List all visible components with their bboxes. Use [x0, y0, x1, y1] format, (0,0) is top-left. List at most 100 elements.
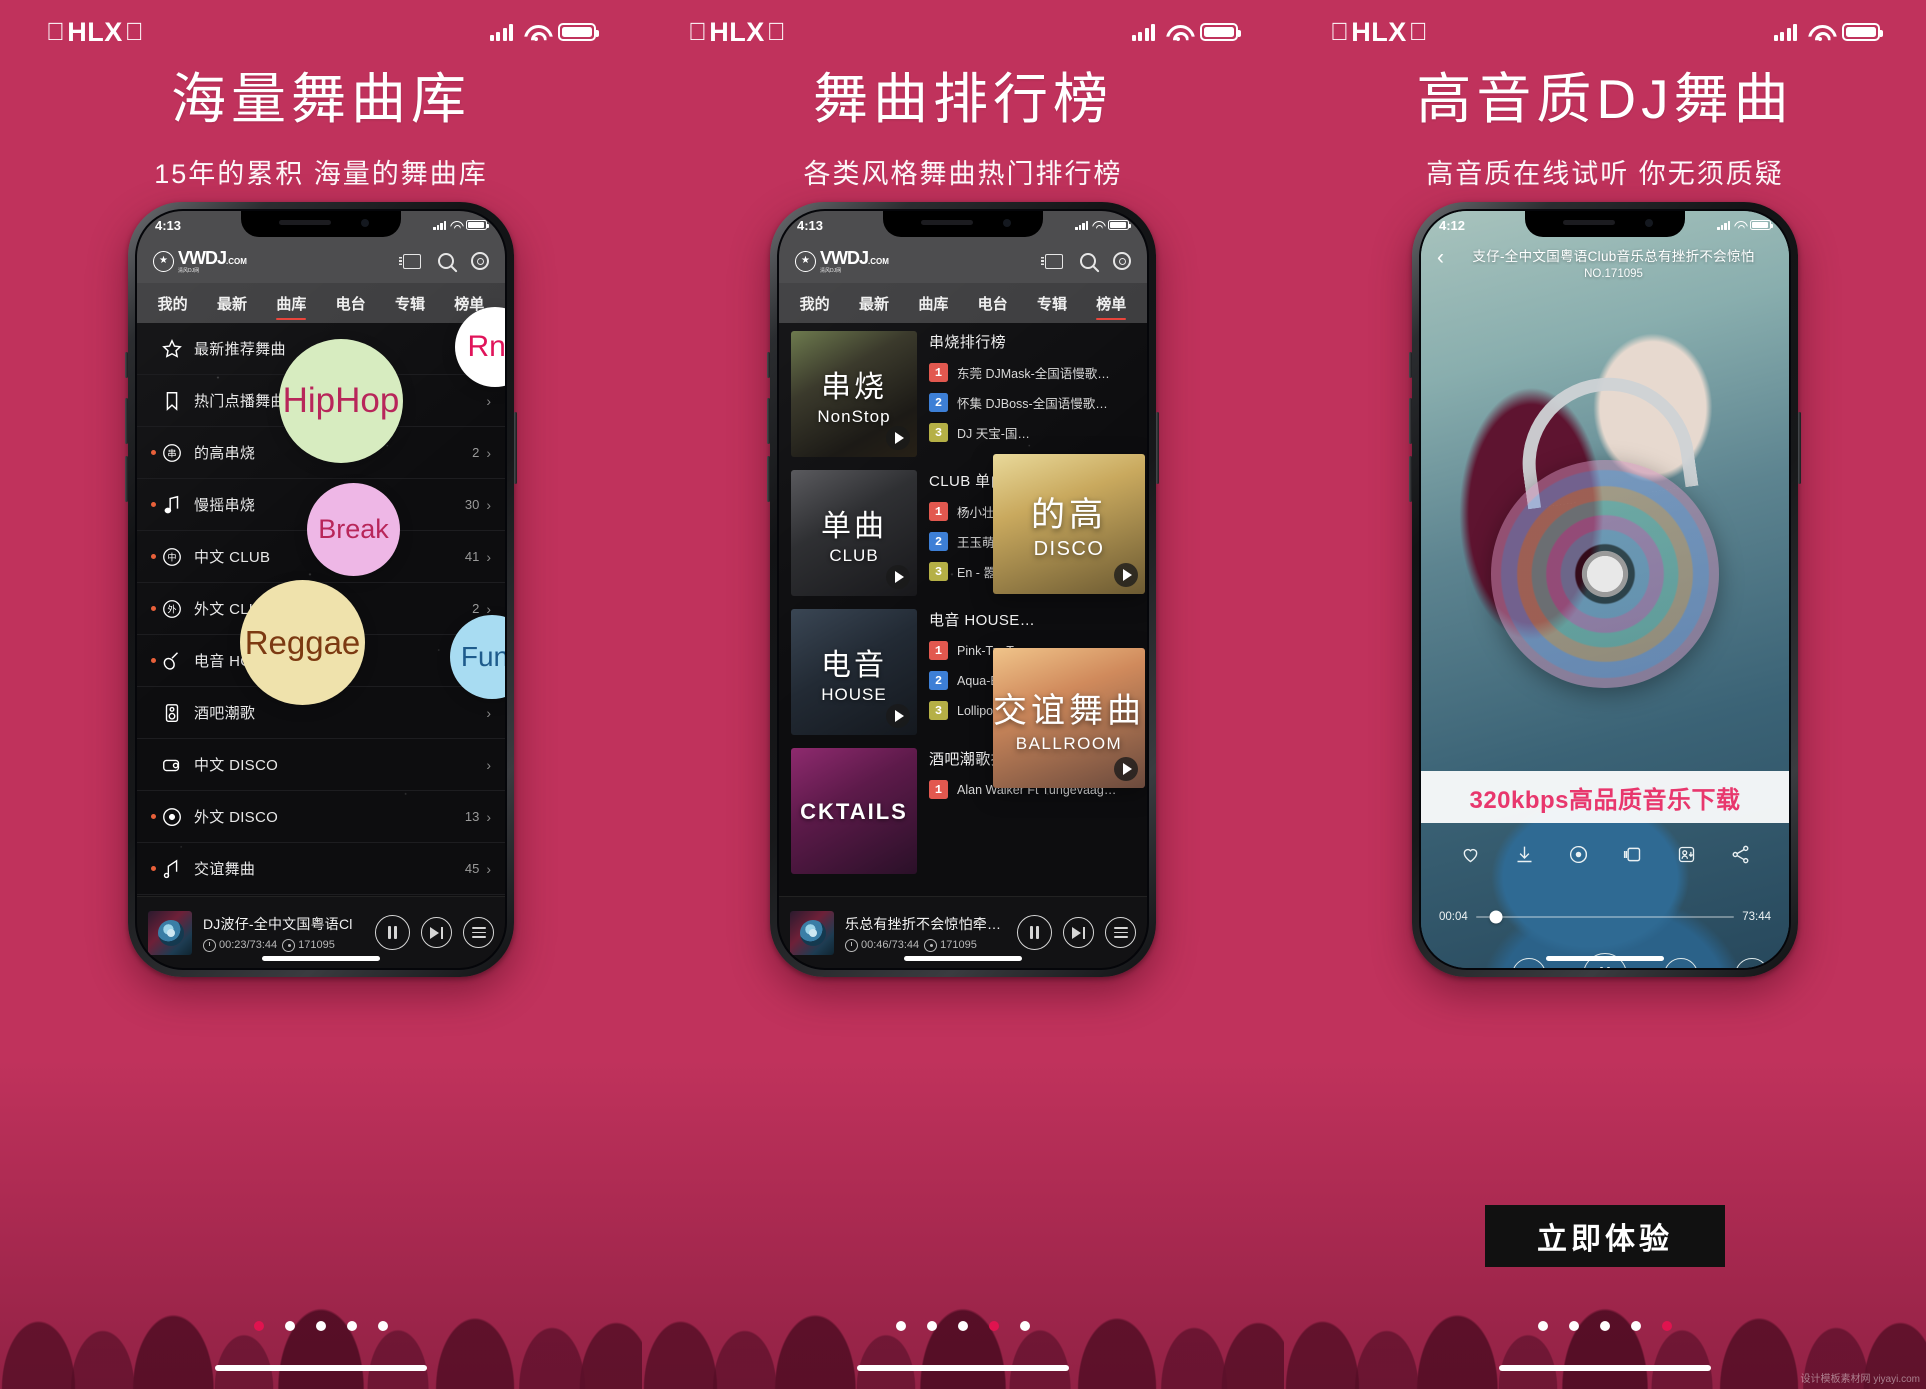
album-cover	[790, 910, 834, 955]
gear-icon[interactable]	[1113, 252, 1131, 270]
tab-bangdan[interactable]: 榜单	[1082, 283, 1141, 323]
list-item[interactable]: 外文 DISCO 13 ›	[137, 791, 505, 843]
floating-card-title-cn: 交谊舞曲	[993, 691, 1145, 730]
dot-3[interactable]	[316, 1321, 326, 1331]
dot-4[interactable]	[989, 1321, 999, 1331]
dot-5[interactable]	[1662, 1321, 1672, 1331]
rank-song-title: 怀集 DJBoss-全国语慢歌…	[957, 397, 1108, 411]
list-item-label: 外文 DISCO	[194, 809, 279, 826]
progress-slider[interactable]	[1475, 910, 1735, 924]
dot-1[interactable]	[254, 1321, 264, 1331]
gear-icon[interactable]	[471, 252, 489, 270]
tab-zuixin[interactable]: 最新	[202, 283, 261, 323]
rank-row[interactable]: 3 DJ 天宝-国…	[929, 423, 1135, 442]
dot-2[interactable]	[285, 1321, 295, 1331]
person-download-icon[interactable]	[1675, 843, 1697, 865]
dot-4[interactable]	[347, 1321, 357, 1331]
rank-thumbnail[interactable]: 电音 HOUSE	[791, 609, 917, 735]
panel-3: HLX 高音质DJ舞曲 高音质在线试听 你无须质疑	[1284, 0, 1926, 1389]
back-chevron-icon[interactable]: ‹	[1437, 247, 1444, 268]
playlist-button[interactable]	[463, 917, 494, 948]
logo-text: VWDJ	[820, 248, 869, 268]
zhong-icon: 中	[159, 544, 184, 569]
search-icon[interactable]	[438, 253, 454, 269]
card-view-icon[interactable]	[399, 253, 421, 269]
card-icon[interactable]	[1621, 843, 1643, 865]
dot-4[interactable]	[1631, 1321, 1641, 1331]
chevron-right-icon: ›	[486, 392, 491, 409]
rank-thumbnail[interactable]: CKTAILS	[791, 748, 917, 874]
pagination-dots	[642, 1321, 1284, 1331]
dot-2[interactable]	[927, 1321, 937, 1331]
tab-quku[interactable]: 曲库	[904, 283, 963, 323]
watermark: 设计模板素材网 yiyayi.com	[1800, 1374, 1920, 1385]
dot-5[interactable]	[378, 1321, 388, 1331]
tab-diantai[interactable]: 电台	[321, 283, 380, 323]
track-action-bar	[1421, 843, 1789, 865]
thumb-title-en: CKTAILS	[800, 798, 908, 824]
signal-icon	[489, 23, 513, 41]
cta-button[interactable]: 立即体验	[1485, 1205, 1725, 1267]
rank-card[interactable]: 串烧 NonStop 串烧排行榜 1 东莞 DJMask-全国语慢歌… 2 怀集 D…	[791, 331, 1135, 457]
chevron-right-icon: ›	[486, 860, 491, 877]
pause-button[interactable]	[1017, 915, 1052, 950]
tab-wode[interactable]: 我的	[785, 283, 844, 323]
rank-thumbnail[interactable]: 单曲 CLUB	[791, 470, 917, 596]
tab-diantai[interactable]: 电台	[963, 283, 1022, 323]
list-item-count: 30	[464, 497, 480, 512]
download-icon[interactable]	[1513, 843, 1535, 865]
dot-3[interactable]	[958, 1321, 968, 1331]
rank-row[interactable]: 1 东莞 DJMask-全国语慢歌…	[929, 363, 1135, 382]
dot-3[interactable]	[1600, 1321, 1610, 1331]
list-item[interactable]: 交谊舞曲 45 ›	[137, 843, 505, 895]
apple-icon: 	[688, 19, 707, 45]
card-view-icon[interactable]	[1041, 253, 1063, 269]
playlist-button[interactable]	[1105, 917, 1136, 948]
floating-card-disco[interactable]: 的高 DISCO	[993, 454, 1145, 594]
play-icon[interactable]	[886, 565, 910, 589]
dot-1[interactable]	[896, 1321, 906, 1331]
previous-button[interactable]	[1512, 958, 1546, 968]
tab-zhuanji[interactable]: 专辑	[1022, 283, 1081, 323]
dot-5[interactable]	[1020, 1321, 1030, 1331]
list-item[interactable]: 中文 DISCO ›	[137, 739, 505, 791]
dot-2[interactable]	[1569, 1321, 1579, 1331]
dot-1[interactable]	[1538, 1321, 1548, 1331]
next-button[interactable]	[1664, 958, 1698, 968]
track-number: NO.171095	[1584, 268, 1643, 280]
brand-text: HLX	[1332, 16, 1406, 47]
floating-card-ballroom[interactable]: 交谊舞曲 BALLROOM	[993, 648, 1145, 788]
share-icon[interactable]	[1729, 843, 1751, 865]
next-button[interactable]	[421, 917, 452, 948]
pause-icon	[1600, 967, 1610, 968]
disc-icon[interactable]	[1567, 843, 1589, 865]
rank-number: 2	[929, 393, 948, 412]
app-screen-library: 4:13 ★ VWDJ.COM 清风DJ网 我的 最新 曲库 电台 专辑 榜单 …	[137, 211, 505, 968]
home-indicator	[1546, 956, 1664, 961]
clock-icon	[203, 938, 216, 952]
playlist-button[interactable]	[1735, 958, 1769, 968]
tab-zuixin[interactable]: 最新	[844, 283, 903, 323]
progress-knob[interactable]	[1489, 910, 1503, 924]
tab-wode[interactable]: 我的	[143, 283, 202, 323]
cta-label: 立即体验	[1537, 1223, 1673, 1256]
list-item-label: 酒吧潮歌	[194, 705, 256, 722]
thumb-title-cn: 串烧	[821, 370, 887, 404]
wifi-icon	[1166, 24, 1189, 41]
search-icon[interactable]	[1080, 253, 1096, 269]
pause-icon	[1029, 926, 1040, 939]
rank-row[interactable]: 2 怀集 DJBoss-全国语慢歌…	[929, 393, 1135, 412]
play-icon[interactable]	[886, 426, 910, 450]
heart-icon[interactable]	[1459, 843, 1481, 865]
tab-quku[interactable]: 曲库	[262, 283, 321, 323]
play-icon[interactable]	[1114, 757, 1138, 781]
play-icon[interactable]	[886, 704, 910, 728]
play-icon[interactable]	[1114, 563, 1138, 587]
home-bar	[857, 1365, 1069, 1371]
next-button[interactable]	[1063, 917, 1094, 948]
signal-icon	[1773, 23, 1797, 41]
rank-thumbnail[interactable]: 串烧 NonStop	[791, 331, 917, 457]
repeat-icon[interactable]	[1441, 958, 1475, 968]
pause-button[interactable]	[375, 915, 410, 950]
tab-zhuanji[interactable]: 专辑	[380, 283, 439, 323]
